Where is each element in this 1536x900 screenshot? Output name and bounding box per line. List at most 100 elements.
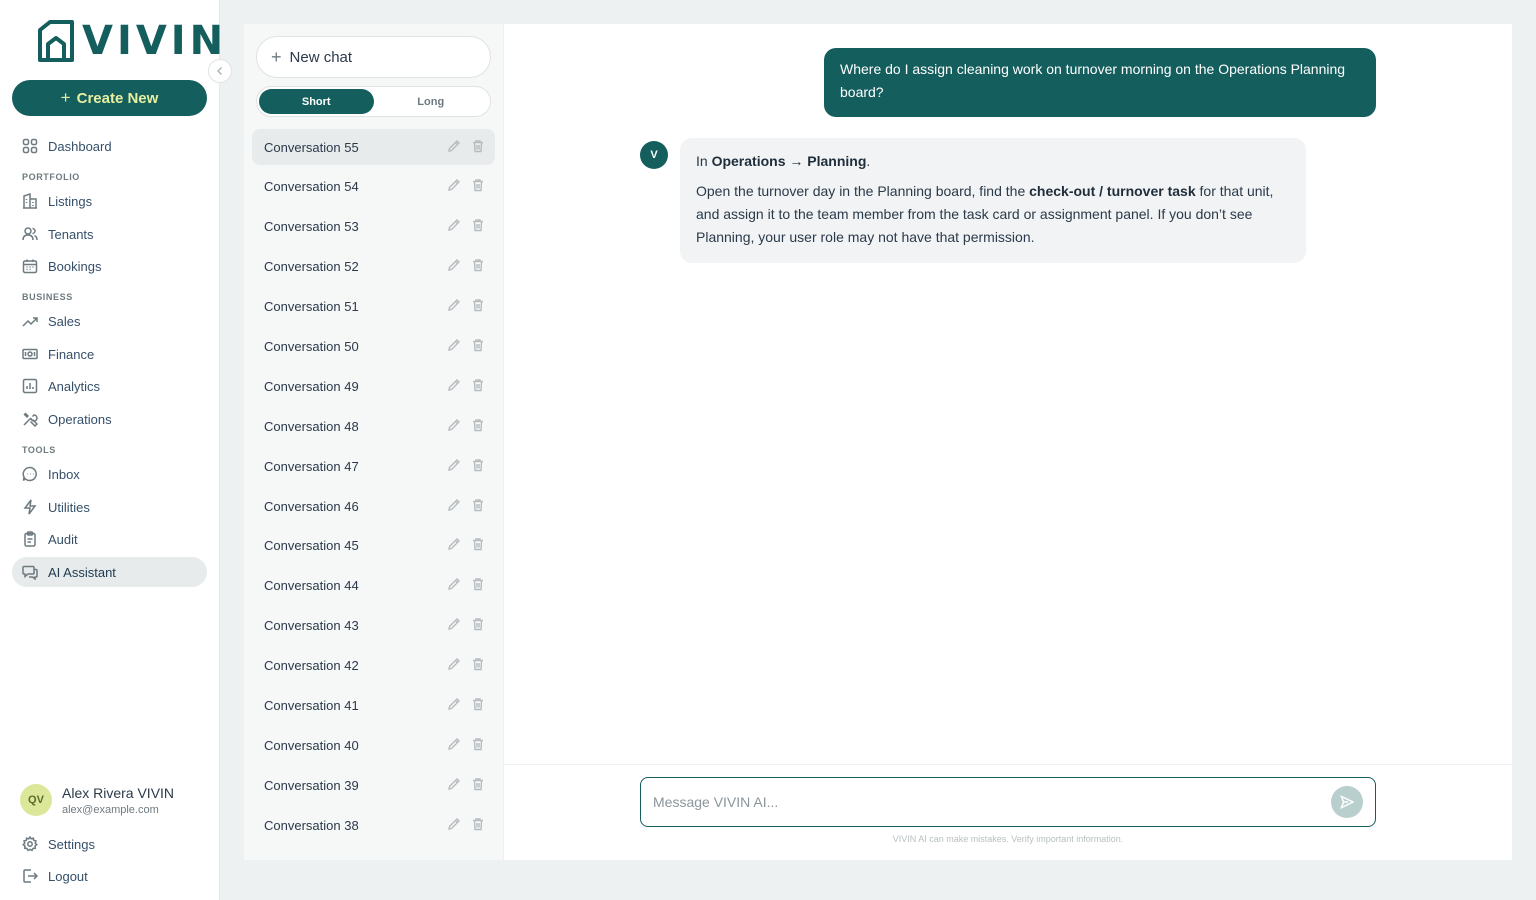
trash-icon[interactable] xyxy=(471,338,485,355)
assistant-avatar: V xyxy=(640,141,668,169)
conversation-actions xyxy=(447,777,485,794)
conversation-title: Conversation 46 xyxy=(264,498,359,514)
trash-icon[interactable] xyxy=(471,139,485,156)
conversation-item[interactable]: Conversation 50 xyxy=(252,328,495,364)
sidebar-item-ai-assistant[interactable]: AI Assistant xyxy=(12,557,207,587)
composer-divider xyxy=(504,764,1512,765)
pencil-icon[interactable] xyxy=(447,298,461,315)
conversation-item[interactable]: Conversation 40 xyxy=(252,727,495,763)
conversation-item[interactable]: Conversation 52 xyxy=(252,249,495,285)
trash-icon[interactable] xyxy=(471,458,485,475)
trash-icon[interactable] xyxy=(471,537,485,554)
dashboard-icon xyxy=(22,138,38,154)
trash-icon[interactable] xyxy=(471,178,485,195)
pencil-icon[interactable] xyxy=(447,537,461,554)
conversation-title: Conversation 41 xyxy=(264,697,359,713)
pencil-icon[interactable] xyxy=(447,218,461,235)
logout-link[interactable]: Logout xyxy=(22,865,88,887)
bar-chart-icon xyxy=(22,378,38,394)
trash-icon[interactable] xyxy=(471,258,485,275)
conversation-item[interactable]: Conversation 41 xyxy=(252,687,495,723)
pencil-icon[interactable] xyxy=(447,258,461,275)
collapse-sidebar-button[interactable] xyxy=(208,59,232,83)
conversation-title: Conversation 43 xyxy=(264,618,359,634)
pencil-icon[interactable] xyxy=(447,139,461,156)
sidebar-item-audit[interactable]: Audit xyxy=(12,524,207,554)
trash-icon[interactable] xyxy=(471,617,485,634)
pencil-icon[interactable] xyxy=(447,338,461,355)
sidebar-item-operations[interactable]: Operations xyxy=(12,404,207,434)
conversation-item[interactable]: Conversation 44 xyxy=(252,568,495,604)
toggle-long[interactable]: Long xyxy=(374,89,489,114)
sidebar-item-inbox[interactable]: Inbox xyxy=(12,459,207,489)
logo[interactable]: VIVIN xyxy=(36,20,227,62)
message-input[interactable] xyxy=(653,794,1331,810)
trash-icon[interactable] xyxy=(471,737,485,754)
logo-text: VIVIN xyxy=(82,18,228,64)
text-span: In xyxy=(696,153,712,169)
conversation-item[interactable]: Conversation 38 xyxy=(252,807,495,843)
conversation-actions xyxy=(447,458,485,475)
new-chat-button[interactable]: + New chat xyxy=(256,36,491,78)
trash-icon[interactable] xyxy=(471,777,485,794)
sidebar-item-dashboard[interactable]: Dashboard xyxy=(12,131,207,161)
conversation-title: Conversation 50 xyxy=(264,338,359,354)
conversation-item[interactable]: Conversation 39 xyxy=(252,767,495,803)
sidebar-item-utilities[interactable]: Utilities xyxy=(12,492,207,522)
sidebar-item-listings[interactable]: Listings xyxy=(12,186,207,216)
trash-icon[interactable] xyxy=(471,697,485,714)
conversation-item[interactable]: Conversation 43 xyxy=(252,608,495,644)
trash-icon[interactable] xyxy=(471,657,485,674)
pencil-icon[interactable] xyxy=(447,418,461,435)
pencil-icon[interactable] xyxy=(447,498,461,515)
conversation-item[interactable]: Conversation 53 xyxy=(252,209,495,245)
conversation-item[interactable]: Conversation 49 xyxy=(252,368,495,404)
assistant-message: In Operations → Planning. Open the turno… xyxy=(680,138,1306,263)
trash-icon[interactable] xyxy=(471,418,485,435)
sidebar-item-tenants[interactable]: Tenants xyxy=(12,219,207,249)
conversation-panel: + New chat Short Long Conversation 55 Con… xyxy=(244,24,503,860)
conversation-item[interactable]: Conversation 51 xyxy=(252,289,495,325)
conversation-item[interactable]: Conversation 47 xyxy=(252,448,495,484)
conversation-actions xyxy=(447,298,485,315)
chat-area: Where do I assign cleaning work on turno… xyxy=(504,24,1512,860)
sidebar-item-analytics[interactable]: Analytics xyxy=(12,371,207,401)
conversation-title: Conversation 40 xyxy=(264,737,359,753)
conversation-item[interactable]: Conversation 48 xyxy=(252,408,495,444)
pencil-icon[interactable] xyxy=(447,817,461,834)
conversation-item[interactable]: Conversation 55 xyxy=(252,129,495,165)
pencil-icon[interactable] xyxy=(447,378,461,395)
pencil-icon[interactable] xyxy=(447,178,461,195)
message-composer xyxy=(640,777,1376,827)
pencil-icon[interactable] xyxy=(447,697,461,714)
user-profile[interactable]: QV Alex Rivera VIVIN alex@example.com xyxy=(20,784,174,816)
trash-icon[interactable] xyxy=(471,218,485,235)
trash-icon[interactable] xyxy=(471,298,485,315)
sidebar-item-bookings[interactable]: Bookings xyxy=(12,251,207,281)
conversation-item[interactable]: Conversation 46 xyxy=(252,488,495,524)
conversation-item[interactable]: Conversation 42 xyxy=(252,648,495,684)
trash-icon[interactable] xyxy=(471,378,485,395)
trash-icon[interactable] xyxy=(471,577,485,594)
sidebar-item-sales[interactable]: Sales xyxy=(12,306,207,336)
pencil-icon[interactable] xyxy=(447,458,461,475)
pencil-icon[interactable] xyxy=(447,737,461,754)
create-new-button[interactable]: + Create New xyxy=(12,80,207,116)
sidebar-item-finance[interactable]: Finance xyxy=(12,339,207,369)
section-business: BUSINESS xyxy=(22,292,73,302)
toggle-short[interactable]: Short xyxy=(259,89,374,114)
conversation-item[interactable]: Conversation 54 xyxy=(252,169,495,205)
text-span: Open the turnover day in the Planning bo… xyxy=(696,183,1030,199)
user-email: alex@example.com xyxy=(62,803,159,816)
pencil-icon[interactable] xyxy=(447,657,461,674)
trash-icon[interactable] xyxy=(471,817,485,834)
trash-icon[interactable] xyxy=(471,498,485,515)
plus-icon: + xyxy=(60,88,71,107)
send-button[interactable] xyxy=(1331,786,1363,818)
conversation-actions xyxy=(447,258,485,275)
settings-link[interactable]: Settings xyxy=(22,833,95,855)
pencil-icon[interactable] xyxy=(447,777,461,794)
pencil-icon[interactable] xyxy=(447,617,461,634)
conversation-item[interactable]: Conversation 45 xyxy=(252,528,495,564)
pencil-icon[interactable] xyxy=(447,577,461,594)
